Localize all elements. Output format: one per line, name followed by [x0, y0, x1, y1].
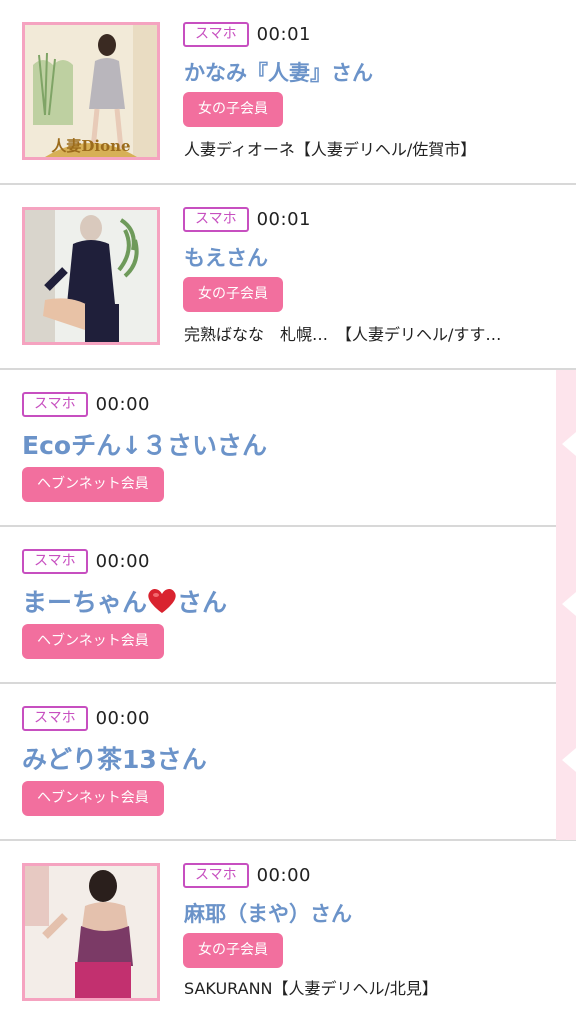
timestamp: 00:00 — [95, 394, 150, 415]
shop-name[interactable]: 人妻ディオーネ【人妻デリヘル/佐賀市】 — [184, 136, 476, 160]
member-badge: 女の子会員 — [183, 277, 283, 312]
list-item[interactable]: スマホ 00:00 まーちゃん さん ヘブンネット会員 — [0, 527, 576, 684]
device-badge: スマホ — [22, 706, 88, 731]
timestamp: 00:00 — [95, 551, 150, 572]
user-name-suffix: さん — [177, 588, 228, 617]
user-name[interactable]: 麻耶（まや）さん — [184, 898, 352, 928]
user-name[interactable]: かなみ『人妻』さん — [184, 57, 373, 87]
device-badge: スマホ — [22, 549, 88, 574]
item-meta: スマホ 00:01 — [183, 22, 311, 47]
item-meta: スマホ 00:00 — [22, 392, 150, 417]
user-name[interactable]: みどり茶13さん — [22, 740, 207, 776]
device-badge: スマホ — [183, 207, 249, 232]
side-notch — [562, 592, 576, 616]
item-meta: スマホ 00:00 — [22, 549, 150, 574]
item-meta: スマホ 00:00 — [22, 706, 150, 731]
list-item[interactable]: スマホ 00:01 もえさん 女の子会員 完熟ばなな 札幌… 【人妻デリヘル/す… — [0, 185, 576, 370]
profile-photo-image — [25, 210, 157, 342]
timestamp: 00:00 — [256, 865, 311, 886]
user-name-text: まーちゃん — [22, 588, 148, 617]
profile-photo[interactable] — [22, 863, 160, 1001]
member-badge: ヘブンネット会員 — [22, 624, 164, 659]
device-badge: スマホ — [183, 22, 249, 47]
profile-photo-image: 人妻Dione — [25, 25, 157, 157]
shop-logo-text: 人妻Dione — [51, 137, 130, 155]
member-badge: 女の子会員 — [183, 92, 283, 127]
member-badge: ヘブンネット会員 — [22, 781, 164, 816]
device-badge: スマホ — [183, 863, 249, 888]
list-item[interactable]: 人妻Dione スマホ 00:01 かなみ『人妻』さん 女の子会員 人妻ディオー… — [0, 0, 576, 185]
side-notch — [562, 748, 576, 772]
item-meta: スマホ 00:01 — [183, 207, 311, 232]
item-meta: スマホ 00:00 — [183, 863, 311, 888]
profile-photo[interactable] — [22, 207, 160, 345]
side-notch — [562, 432, 576, 456]
user-name[interactable]: Ecoチん↓３さいさん — [22, 426, 267, 462]
list-item[interactable]: スマホ 00:00 麻耶（まや）さん 女の子会員 SAKURANN【人妻デリヘル… — [0, 841, 576, 1024]
profile-photo[interactable]: 人妻Dione — [22, 22, 160, 160]
timestamp: 00:00 — [95, 708, 150, 729]
user-name[interactable]: まーちゃん さん — [22, 583, 227, 619]
device-badge: スマホ — [22, 392, 88, 417]
timestamp: 00:01 — [256, 24, 311, 45]
shop-name[interactable]: SAKURANN【人妻デリヘル/北見】 — [184, 975, 438, 999]
heart-icon — [148, 588, 176, 613]
list-item[interactable]: スマホ 00:00 みどり茶13さん ヘブンネット会員 — [0, 684, 576, 841]
member-badge: 女の子会員 — [183, 933, 283, 968]
list-item[interactable]: スマホ 00:00 Ecoチん↓３さいさん ヘブンネット会員 — [0, 370, 576, 527]
user-name[interactable]: もえさん — [184, 242, 268, 272]
member-badge: ヘブンネット会員 — [22, 467, 164, 502]
timestamp: 00:01 — [256, 209, 311, 230]
profile-photo-image — [25, 866, 157, 998]
shop-name[interactable]: 完熟ばなな 札幌… 【人妻デリヘル/すす… — [184, 321, 501, 345]
